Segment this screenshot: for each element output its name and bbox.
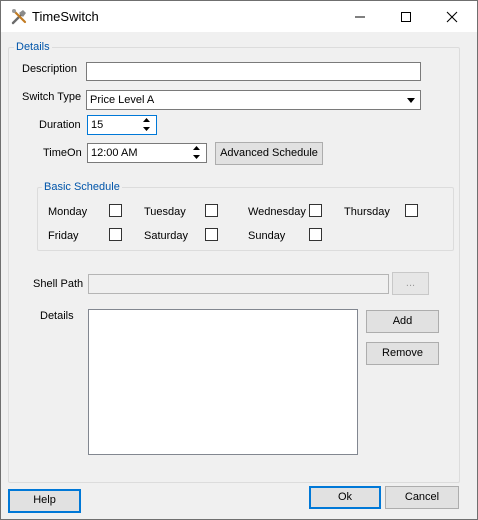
friday-label: Friday — [48, 230, 79, 242]
thursday-label: Thursday — [344, 206, 390, 218]
tuesday-checkbox[interactable] — [205, 204, 218, 217]
spin-down-icon[interactable] — [193, 155, 200, 159]
spin-up-icon[interactable] — [143, 118, 150, 122]
switch-type-label: Switch Type — [22, 91, 82, 103]
description-input[interactable] — [86, 62, 421, 81]
details-list-label: Details — [40, 310, 74, 322]
remove-button[interactable]: Remove — [366, 342, 439, 365]
monday-checkbox[interactable] — [109, 204, 122, 217]
tools-icon — [11, 9, 27, 25]
details-listbox[interactable] — [88, 309, 358, 455]
cancel-button[interactable]: Cancel — [385, 486, 459, 509]
sunday-label: Sunday — [248, 230, 286, 242]
time-on-picker[interactable]: 12:00 AM — [87, 143, 207, 163]
switch-type-select[interactable]: Price Level A — [86, 90, 421, 110]
switch-type-value: Price Level A — [90, 94, 155, 106]
close-icon — [446, 11, 458, 22]
spin-down-icon[interactable] — [143, 127, 150, 131]
minimize-button[interactable] — [337, 1, 383, 32]
tuesday-label: Tuesday — [144, 206, 186, 218]
time-on-label: TimeOn — [43, 147, 82, 159]
basic-schedule-legend: Basic Schedule — [42, 181, 122, 194]
spin-up-icon[interactable] — [193, 146, 200, 150]
browse-button[interactable]: ... — [392, 272, 429, 295]
sunday-checkbox[interactable] — [309, 228, 322, 241]
duration-label: Duration — [39, 119, 81, 131]
shell-path-label: Shell Path — [33, 278, 84, 290]
saturday-label: Saturday — [144, 230, 189, 242]
friday-checkbox[interactable] — [109, 228, 122, 241]
details-group-legend: Details — [14, 41, 52, 54]
time-on-value: 12:00 AM — [91, 147, 138, 159]
add-button[interactable]: Add — [366, 310, 439, 333]
thursday-checkbox[interactable] — [405, 204, 418, 217]
help-button[interactable]: Help — [8, 489, 81, 513]
basic-schedule-group — [37, 187, 454, 251]
saturday-checkbox[interactable] — [205, 228, 218, 241]
maximize-button[interactable] — [383, 1, 429, 32]
timeswitch-window: TimeSwitch Details Description Switch Ty… — [0, 0, 478, 520]
chevron-down-icon — [407, 98, 415, 103]
duration-spin-buttons[interactable] — [141, 117, 153, 133]
shell-path-input[interactable] — [88, 274, 389, 294]
minimize-icon — [355, 16, 365, 17]
time-on-spin-buttons[interactable] — [191, 145, 203, 161]
ok-button[interactable]: Ok — [309, 486, 381, 509]
monday-label: Monday — [48, 206, 88, 218]
description-label: Description — [22, 63, 78, 75]
duration-stepper[interactable]: 15 — [87, 115, 157, 135]
wednesday-checkbox[interactable] — [309, 204, 322, 217]
maximize-icon — [401, 11, 411, 22]
duration-value: 15 — [91, 119, 104, 131]
title-bar[interactable]: TimeSwitch — [1, 1, 477, 32]
close-button[interactable] — [429, 1, 475, 32]
window-title: TimeSwitch — [32, 9, 99, 24]
advanced-schedule-button[interactable]: Advanced Schedule — [215, 142, 323, 165]
wednesday-label: Wednesday — [248, 206, 306, 218]
